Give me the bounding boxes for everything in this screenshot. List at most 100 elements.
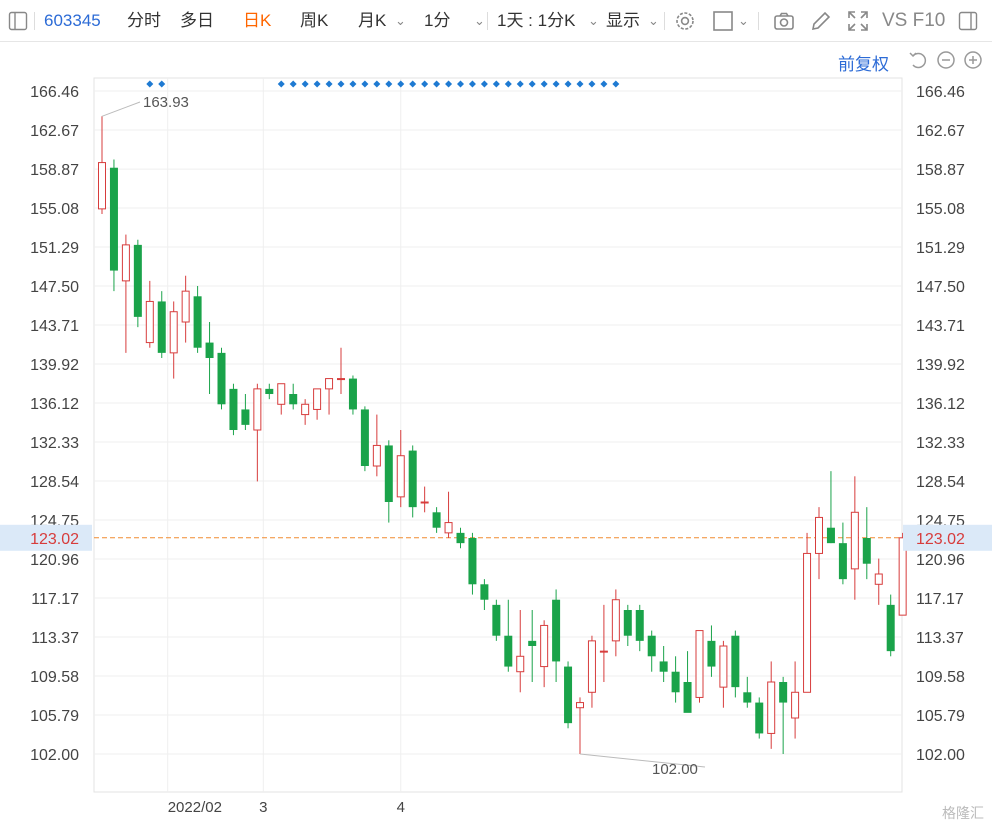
watermark: 格隆汇	[942, 803, 984, 823]
candle-down	[731, 635, 740, 688]
y-tick-label-right: 109.58	[916, 669, 965, 686]
candle-up	[695, 630, 704, 698]
event-marker	[146, 80, 154, 88]
event-marker	[158, 80, 166, 88]
candlestick-chart[interactable]: 166.46 166.46 162.67 162.67 158.87 158.87 155.…	[0, 0, 992, 829]
candle-down	[205, 342, 214, 359]
event-marker	[373, 80, 381, 88]
y-tick-label-left: 128.54	[30, 474, 79, 491]
event-marker	[504, 80, 512, 88]
candle-up	[277, 383, 286, 405]
event-marker	[325, 80, 333, 88]
candle-up	[815, 516, 823, 554]
candle-up	[874, 573, 883, 585]
y-tick-label-right: 102.00	[916, 747, 965, 764]
y-tick-label-right: 158.87	[916, 162, 965, 179]
candle-down	[623, 610, 632, 636]
candle-up	[121, 244, 130, 282]
event-marker	[552, 80, 560, 88]
y-tick-label-right: 113.37	[916, 630, 964, 647]
event-marker	[313, 80, 321, 88]
y-tick-label-left: 166.46	[30, 84, 79, 101]
candle-up	[372, 444, 381, 467]
event-marker	[301, 80, 309, 88]
candle-up	[181, 290, 190, 323]
event-marker	[445, 80, 453, 88]
x-tick-label: 2022/02	[168, 799, 222, 816]
candle-down	[683, 682, 692, 713]
candle-down	[647, 635, 656, 657]
candle-up	[313, 388, 322, 410]
y-tick-label-left: 139.92	[30, 357, 79, 374]
candle-up	[767, 681, 776, 734]
watermark-text: 格隆汇	[942, 805, 984, 821]
candle-down	[528, 640, 537, 647]
candle-up	[145, 300, 154, 344]
high-annotation-leader	[101, 101, 141, 117]
candle-down	[492, 604, 501, 636]
candle-down	[468, 538, 477, 585]
y-tick-label-right: 128.54	[916, 474, 965, 491]
candle-down	[743, 692, 752, 703]
candle-down	[265, 388, 274, 395]
y-tick-label-left: 102.00	[30, 747, 79, 764]
candle-up	[719, 645, 728, 688]
candle-down	[826, 527, 835, 544]
candle-down	[384, 445, 393, 503]
event-marker	[409, 80, 417, 88]
high-annotation-label: 163.93	[143, 94, 189, 111]
candle-down	[193, 296, 202, 348]
y-tick-label-right: 105.79	[916, 708, 965, 725]
candle-up	[587, 640, 596, 693]
candle-up	[301, 403, 310, 416]
y-tick-label-left: 143.71	[30, 318, 79, 335]
y-tick-label-left: 113.37	[31, 630, 79, 647]
candle-down	[755, 702, 764, 734]
event-marker	[397, 80, 405, 88]
candle-down	[707, 640, 716, 667]
event-marker	[468, 80, 476, 88]
candle-up	[337, 378, 345, 381]
y-tick-label-right: 143.71	[916, 318, 965, 335]
candle-up	[169, 311, 178, 354]
candle-down	[289, 394, 298, 405]
y-tick-label-left: 155.08	[30, 201, 79, 218]
candle-down	[862, 538, 871, 564]
event-marker	[349, 80, 357, 88]
candle-up	[420, 501, 429, 504]
y-tick-label-right: 132.33	[916, 435, 965, 452]
event-marker	[528, 80, 536, 88]
current-price-label-left: 123.02	[30, 531, 79, 548]
candle-down	[348, 378, 357, 410]
y-tick-label-left: 147.50	[30, 279, 79, 296]
labels-layer: 166.46 166.46 162.67 162.67 158.87 158.87 155.…	[0, 84, 992, 816]
y-tick-label-left: 162.67	[30, 123, 79, 140]
event-markers	[146, 80, 620, 88]
candle-down	[635, 610, 644, 641]
y-tick-label-left: 132.33	[30, 435, 79, 452]
y-tick-label-left: 136.12	[30, 396, 79, 413]
candle-up	[98, 162, 106, 210]
candle-up	[791, 691, 800, 719]
event-marker	[361, 80, 369, 88]
y-tick-label-left: 105.79	[30, 708, 79, 725]
candle-up	[253, 388, 262, 431]
event-marker	[480, 80, 488, 88]
candle-down	[504, 635, 513, 667]
event-marker	[492, 80, 500, 88]
y-tick-label-left: 158.87	[30, 162, 79, 179]
candle-down	[552, 599, 561, 662]
candle-down	[109, 167, 118, 271]
candle-down	[408, 450, 417, 508]
event-marker	[277, 80, 285, 88]
candle-up	[611, 599, 620, 642]
candle-down	[838, 543, 847, 580]
event-marker	[421, 80, 429, 88]
candle-up	[540, 624, 549, 668]
candle-down	[217, 352, 226, 405]
x-tick-label: 4	[397, 799, 405, 816]
y-tick-label-left: 109.58	[30, 669, 79, 686]
low-annotation-label: 102.00	[652, 761, 698, 778]
y-tick-label-right: 139.92	[916, 357, 965, 374]
candle-up	[576, 702, 584, 709]
